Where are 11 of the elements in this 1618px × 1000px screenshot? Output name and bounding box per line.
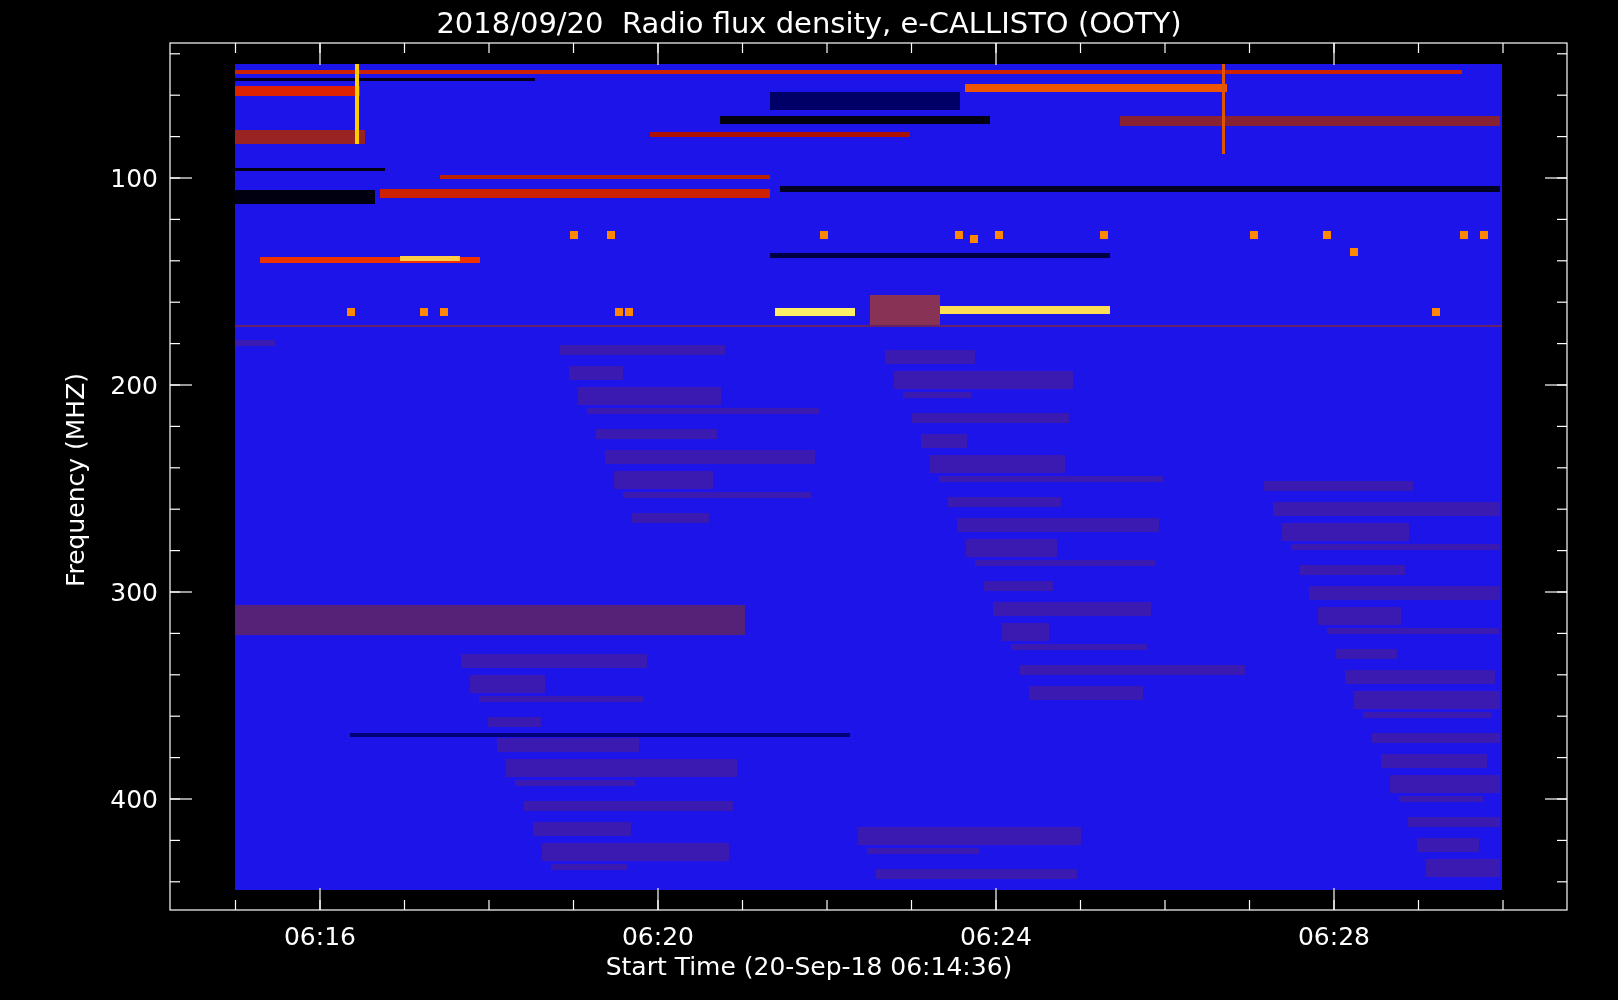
x-axis-label: Start Time (20-Sep-18 06:14:36) <box>605 952 1013 981</box>
chart-title: 2018/09/20 Radio flux density, e-CALLISTO (OOTY) <box>436 6 1182 40</box>
x-tick-label: 06:16 <box>284 922 356 951</box>
y-tick-label: 100 <box>110 164 158 193</box>
y-tick-label: 400 <box>110 785 158 814</box>
y-axis-label: Frequency (MHZ) <box>61 372 90 588</box>
x-tick-label: 06:28 <box>1298 922 1370 951</box>
x-tick-label: 06:20 <box>622 922 694 951</box>
x-tick-label: 06:24 <box>960 922 1032 951</box>
y-tick-label: 300 <box>110 578 158 607</box>
y-tick-label: 200 <box>110 371 158 400</box>
